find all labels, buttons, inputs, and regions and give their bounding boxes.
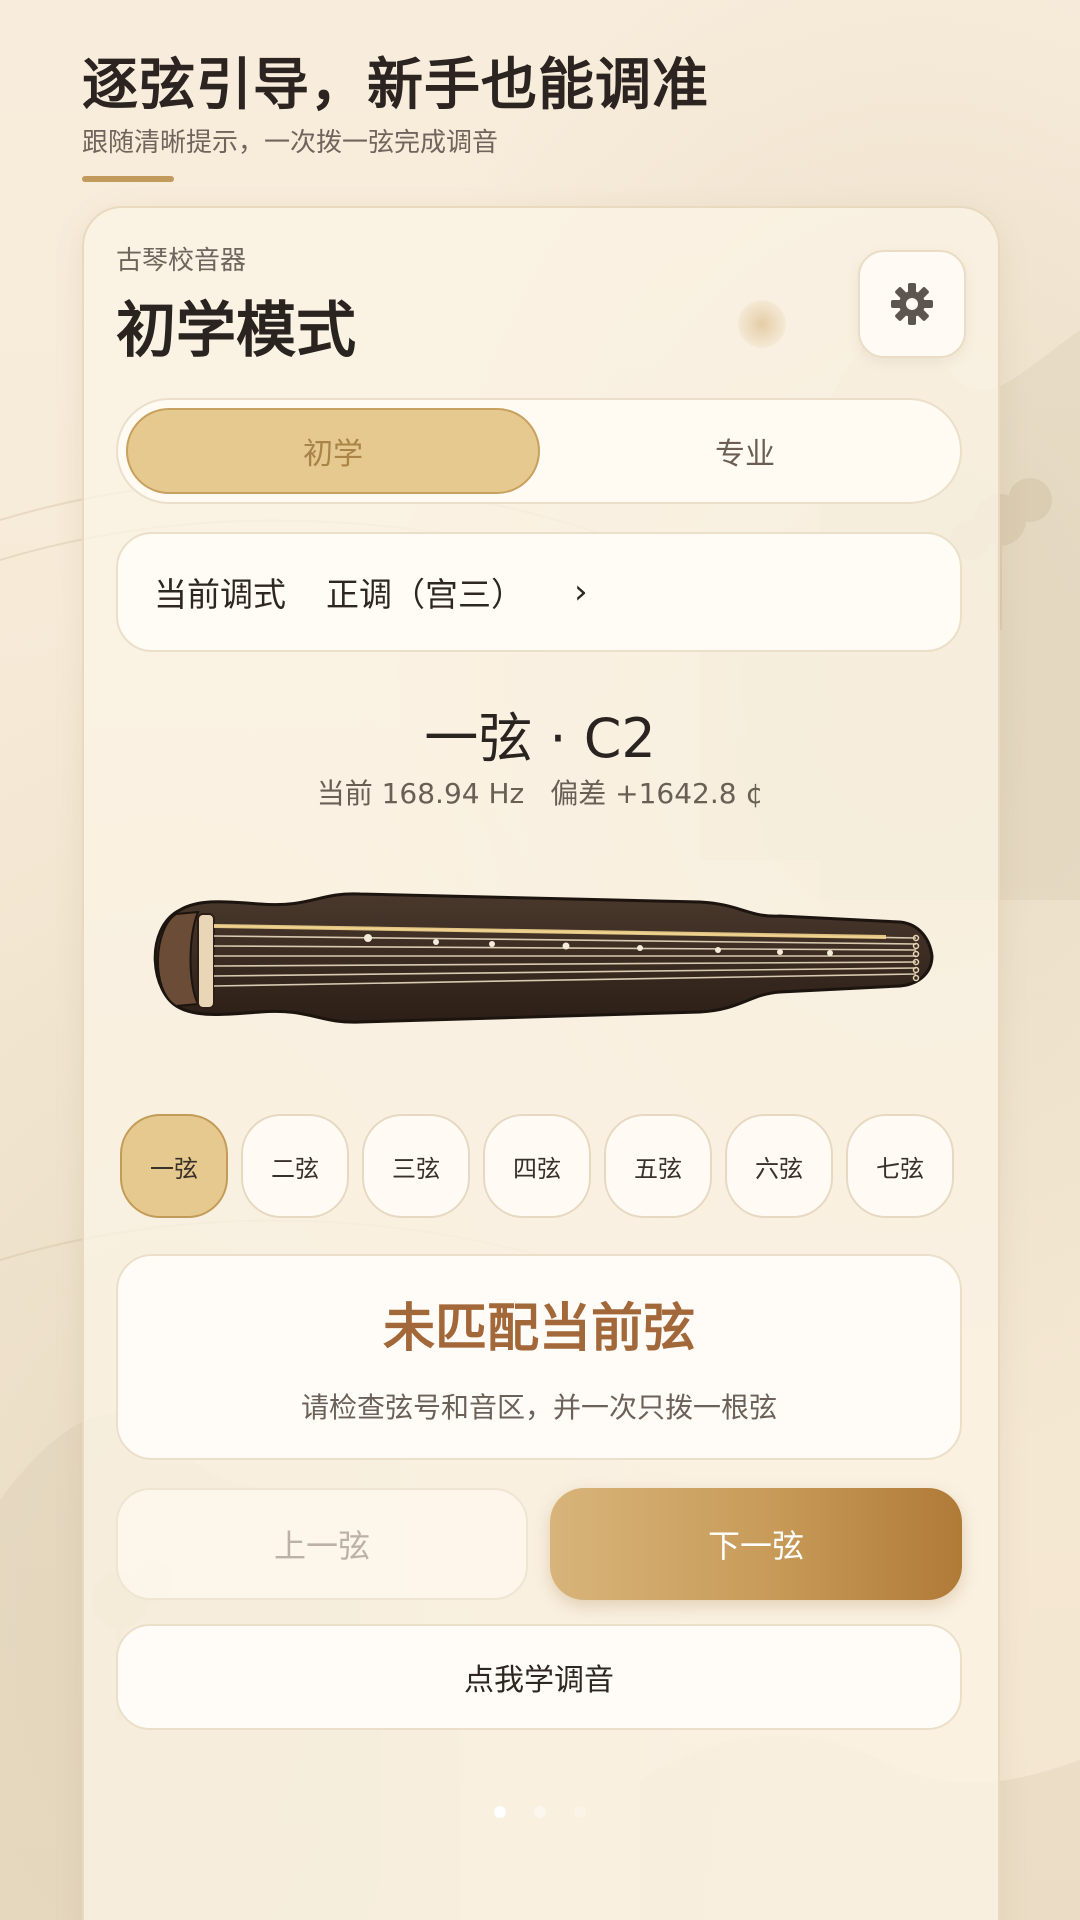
- page-dot[interactable]: [574, 1806, 586, 1818]
- page-dot[interactable]: [534, 1806, 546, 1818]
- status-card: 未匹配当前弦 请检查弦号和音区，并一次只拨一根弦: [116, 1254, 962, 1460]
- string-button-4[interactable]: 四弦: [483, 1114, 591, 1218]
- headline: 逐弦引导，新手也能调准: [82, 53, 709, 118]
- page-indicator: [494, 1806, 586, 1820]
- string-button-6[interactable]: 六弦: [725, 1114, 833, 1218]
- status-title: 未匹配当前弦: [382, 1299, 695, 1359]
- string-selector: 一弦 二弦 三弦 四弦 五弦 六弦 七弦: [120, 1114, 960, 1222]
- string-button-7[interactable]: 七弦: [846, 1114, 954, 1218]
- mode-switch: 初学 专业: [116, 398, 962, 504]
- next-string-button[interactable]: 下一弦: [550, 1488, 962, 1600]
- string-button-1[interactable]: 一弦: [120, 1114, 228, 1218]
- page-dot-active[interactable]: [494, 1806, 506, 1818]
- sun-decoration: [738, 300, 786, 348]
- current-string-title: 一弦 · C2: [424, 707, 656, 770]
- accent-divider: [82, 176, 174, 182]
- gear-icon: [891, 283, 933, 325]
- mode-title: 初学模式: [116, 296, 356, 366]
- tuning-selector[interactable]: 当前调式 正调（宫三） ›: [116, 532, 962, 652]
- mode-option-beginner[interactable]: 初学: [126, 408, 540, 494]
- string-button-3[interactable]: 三弦: [362, 1114, 470, 1218]
- pitch-deviation: 偏差 +1642.8 ¢: [550, 777, 764, 810]
- string-button-2[interactable]: 二弦: [241, 1114, 349, 1218]
- mode-option-pro[interactable]: 专业: [538, 408, 952, 494]
- settings-button[interactable]: [858, 250, 966, 358]
- prev-string-button[interactable]: 上一弦: [116, 1488, 528, 1600]
- app-name: 古琴校音器: [116, 246, 247, 276]
- status-hint: 请检查弦号和音区，并一次只拨一根弦: [300, 1391, 777, 1424]
- string-button-5[interactable]: 五弦: [604, 1114, 712, 1218]
- learn-tuning-button[interactable]: 点我学调音: [116, 1624, 962, 1730]
- tuner-page: 逐弦引导，新手也能调准 跟随清晰提示，一次拨一弦完成调音 古琴校音器 初学模式 …: [0, 0, 1080, 1920]
- guqin-illustration: [153, 892, 934, 1024]
- chevron-right-icon: ›: [574, 572, 588, 612]
- subheadline: 跟随清晰提示，一次拨一弦完成调音: [82, 128, 499, 158]
- tuning-value: 正调（宫三）: [326, 575, 524, 614]
- tuning-label: 当前调式: [154, 575, 286, 614]
- frequency-readout: 当前 168.94 Hz 偏差 +1642.8 ¢: [0, 772, 1080, 812]
- current-frequency: 当前 168.94 Hz: [316, 777, 525, 810]
